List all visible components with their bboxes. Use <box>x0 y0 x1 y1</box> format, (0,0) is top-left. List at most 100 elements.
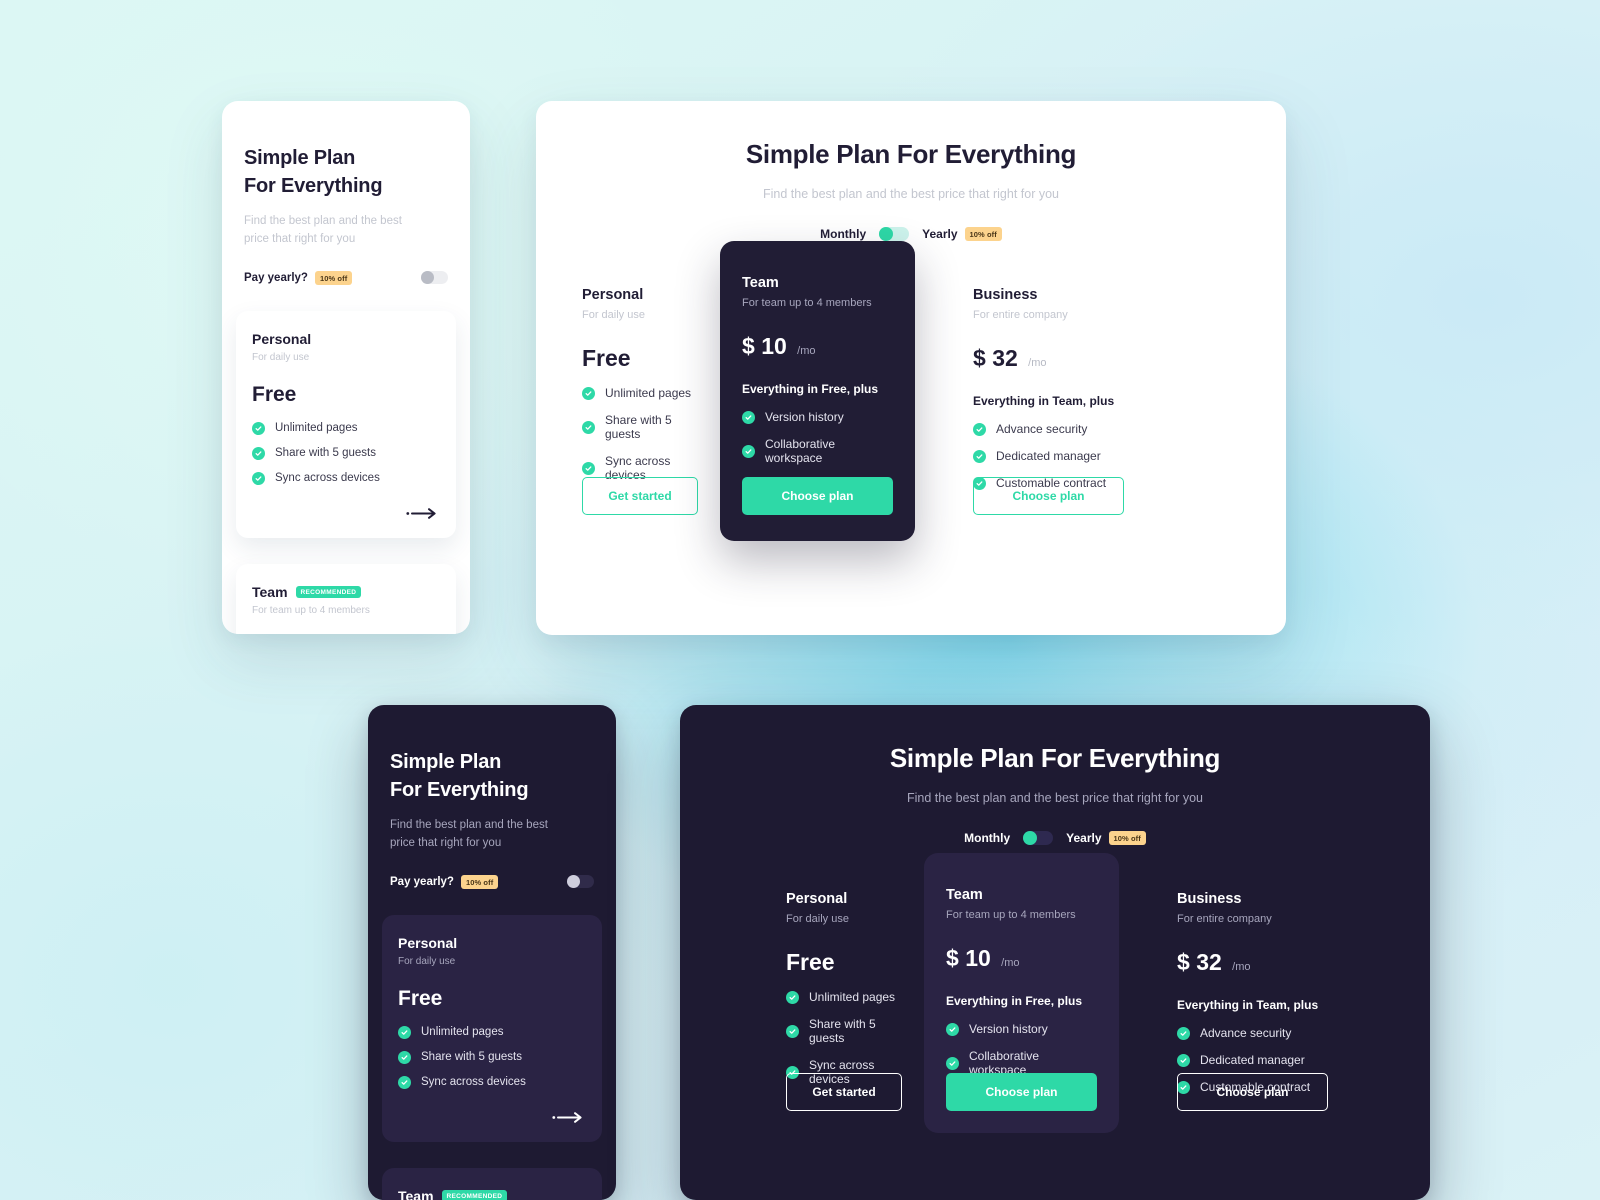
cta-slot: Get started <box>786 1073 902 1111</box>
plan-column-business: Business For entire company $ 32 /mo Eve… <box>1155 865 1350 1133</box>
feature-item: Version history <box>946 1022 1097 1036</box>
choose-plan-button[interactable]: Choose plan <box>973 477 1124 515</box>
feature-item: Unlimited pages <box>398 1025 586 1039</box>
plan-plus-line: Everything in Free, plus <box>946 994 1083 1008</box>
plan-name: Personal <box>398 934 458 951</box>
plan-name: Business <box>1177 891 1242 907</box>
plan-price: Free <box>398 986 443 1010</box>
cta-slot: Choose plan <box>946 1073 1097 1111</box>
get-started-button[interactable]: Get started <box>786 1073 902 1111</box>
choose-plan-button[interactable]: Choose plan <box>742 477 893 515</box>
switch-knob <box>567 875 580 889</box>
plan-price: Free <box>582 345 631 371</box>
feature-item: Sync across devices <box>252 471 440 485</box>
yearly-label: Yearly <box>1066 831 1102 845</box>
plan-cta-arrow-row[interactable] <box>252 507 440 520</box>
feature-item: Advance security <box>1177 1026 1328 1040</box>
plan-columns: Personal For daily use Free Unlimited pa… <box>536 241 1286 541</box>
plan-description: For daily use <box>398 955 456 967</box>
plan-feature-list: Unlimited pages Share with 5 guests Sync… <box>398 1025 586 1089</box>
plan-columns: Personal For daily use Free Unlimited pa… <box>680 853 1430 1133</box>
price-period: /mo <box>1232 961 1251 973</box>
discount-badge: 10% off <box>460 874 499 889</box>
mobile-hero-subtitle: Find the best plan and the best price th… <box>390 819 548 849</box>
check-icon <box>786 990 799 1004</box>
check-icon <box>582 461 595 475</box>
plan-name: Team <box>946 887 983 903</box>
plan-price: Free <box>252 382 297 406</box>
hero-title-line1: Simple Plan <box>390 751 502 773</box>
billing-switch[interactable] <box>879 227 910 241</box>
feature-item: Share with 5 guests <box>582 413 698 441</box>
plan-header: Team RECOMMENDED <box>398 1188 586 1200</box>
check-icon <box>582 386 595 400</box>
feature-label: Sync across devices <box>275 472 380 485</box>
billing-switch[interactable] <box>567 875 594 889</box>
mobile-billing-toggle-row: Pay yearly? 10% off <box>244 270 448 285</box>
check-icon <box>946 1056 959 1070</box>
feature-item: Version history <box>742 410 893 424</box>
plan-description: For team up to 4 members <box>742 297 872 309</box>
plan-plus-line: Everything in Team, plus <box>1177 998 1319 1012</box>
plan-cta-arrow-row[interactable] <box>398 1111 586 1124</box>
mobile-plan-personal: Personal For daily use Free Unlimited pa… <box>382 914 602 1142</box>
check-icon <box>973 422 986 436</box>
price-period: /mo <box>797 345 816 357</box>
pay-yearly-label: Pay yearly? <box>390 875 454 888</box>
feature-label: Version history <box>969 1022 1048 1036</box>
get-started-button[interactable]: Get started <box>582 477 698 515</box>
billing-switch[interactable] <box>1023 831 1054 845</box>
monthly-label: Monthly <box>964 831 1011 845</box>
choose-plan-button[interactable]: Choose plan <box>946 1073 1097 1111</box>
plan-name: Business <box>973 287 1038 303</box>
cta-slot: Choose plan <box>1177 1073 1328 1111</box>
price-amount: 32 <box>992 345 1018 371</box>
plan-price: $ 10 /mo <box>946 945 1097 972</box>
discount-badge: 10% off <box>1108 831 1146 845</box>
plan-plus-line: Everything in Team, plus <box>973 394 1115 408</box>
check-icon <box>742 444 755 458</box>
choose-plan-button[interactable]: Choose plan <box>1177 1073 1328 1111</box>
price-amount: 10 <box>761 333 787 359</box>
mobile-plan-personal: Personal For daily use Free Unlimited pa… <box>236 310 456 538</box>
cta-slot: Choose plan <box>973 477 1124 515</box>
check-icon <box>398 1075 411 1089</box>
mobile-plan-team: Team RECOMMENDED For team up to 4 member… <box>382 1167 602 1200</box>
plan-header: Personal <box>398 935 586 951</box>
desktop-panel-light: Simple Plan For Everything Find the best… <box>536 101 1286 635</box>
mobile-plan-team: Team RECOMMENDED For team up to 4 member… <box>236 563 456 634</box>
check-icon <box>786 1024 799 1038</box>
page-title: Simple Plan For Everything <box>889 743 1221 773</box>
feature-label: Dedicated manager <box>1200 1053 1305 1067</box>
price-currency: $ <box>742 333 755 359</box>
cta-slot: Get started <box>582 477 698 515</box>
plan-description: For daily use <box>786 913 849 925</box>
price-period: /mo <box>1001 957 1020 969</box>
plan-description: For daily use <box>582 309 645 321</box>
feature-item: Advance security <box>973 422 1124 436</box>
cta-slot: Choose plan <box>742 477 893 515</box>
feature-label: Share with 5 guests <box>275 447 377 460</box>
plan-column-personal: Personal For daily use Free Unlimited pa… <box>560 261 720 541</box>
plan-name: Team <box>252 583 288 600</box>
plan-feature-list: Unlimited pages Share with 5 guests Sync… <box>252 421 440 485</box>
billing-switch[interactable] <box>421 271 448 285</box>
billing-toggle-group: Monthly Yearly 10% off <box>536 227 1286 241</box>
plan-column-business: Business For entire company $ 32 /mo Eve… <box>951 261 1146 541</box>
mobile-hero-subtitle: Find the best plan and the best price th… <box>244 215 402 245</box>
recommended-badge: RECOMMENDED <box>295 585 362 598</box>
recommended-badge: RECOMMENDED <box>441 1189 508 1200</box>
plan-price: $ 32 /mo <box>1177 949 1328 976</box>
feature-item: Dedicated manager <box>973 449 1124 463</box>
plan-description: For entire company <box>973 309 1068 321</box>
arrow-right-icon[interactable] <box>406 507 440 520</box>
price-currency: $ <box>973 345 986 371</box>
plan-feature-list: Unlimited pages Share with 5 guests Sync… <box>582 386 698 482</box>
feature-label: Advance security <box>1200 1026 1292 1040</box>
arrow-right-icon[interactable] <box>552 1111 586 1124</box>
mobile-hero-title: Simple Plan For Everything <box>390 749 594 804</box>
desktop-panel-dark: Simple Plan For Everything Find the best… <box>680 705 1430 1200</box>
switch-knob <box>879 227 894 241</box>
feature-item: Unlimited pages <box>786 990 902 1004</box>
plan-name: Personal <box>252 330 312 347</box>
